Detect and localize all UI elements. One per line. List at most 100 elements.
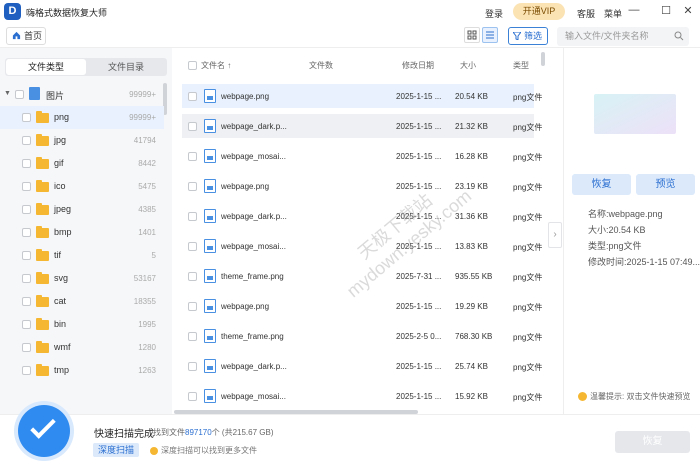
image-file-icon	[204, 389, 216, 403]
col-type-header[interactable]: 类型	[513, 60, 529, 71]
table-row[interactable]: webpage_dark.p... 2025-1-15 ... 25.74 KB…	[182, 354, 542, 378]
tree-item-bmp[interactable]: bmp 1401	[0, 221, 164, 244]
table-row[interactable]: webpage.png 2025-1-15 ... 20.54 KB png文件	[182, 84, 542, 108]
row-checkbox[interactable]	[188, 272, 197, 281]
table-row[interactable]: webpage_dark.p... 2025-1-15 ... 31.36 KB…	[182, 204, 542, 228]
image-file-icon	[204, 239, 216, 253]
folder-icon	[36, 111, 49, 123]
filter-label: 筛选	[524, 31, 543, 41]
cell-size: 15.92 KB	[455, 392, 488, 401]
tree-item-label: tmp	[54, 365, 70, 375]
filter-button[interactable]: 筛选	[508, 27, 548, 45]
image-file-icon	[204, 179, 216, 193]
cell-date: 2025-1-15 ...	[396, 92, 442, 101]
cell-date: 2025-1-15 ...	[396, 152, 442, 161]
tree-item-count: 18355	[133, 297, 156, 306]
checkbox[interactable]	[22, 297, 31, 306]
maximize-icon[interactable]: ☐	[659, 4, 673, 17]
table-row[interactable]: theme_frame.png 2025-7-31 ... 935.55 KB …	[182, 264, 542, 288]
checkbox[interactable]	[22, 113, 31, 122]
checkbox[interactable]	[22, 343, 31, 352]
row-checkbox[interactable]	[188, 152, 197, 161]
tab-file-type[interactable]: 文件类型	[6, 59, 86, 75]
tree-item-label: bmp	[54, 227, 72, 237]
vip-button[interactable]: 开通VIP	[513, 3, 565, 20]
deep-scan-button[interactable]: 深度扫描	[93, 443, 139, 457]
tree-item-label: tif	[54, 250, 62, 260]
checkbox[interactable]	[22, 159, 31, 168]
login-link[interactable]: 登录	[485, 7, 503, 20]
col-size-header[interactable]: 大小	[460, 60, 476, 71]
checkbox[interactable]	[22, 320, 31, 329]
tree-item-bin[interactable]: bin 1995	[0, 313, 164, 336]
close-icon[interactable]: ✕	[681, 4, 695, 17]
cell-date: 2025-1-15 ...	[396, 392, 442, 401]
table-row[interactable]: webpage.png 2025-1-15 ... 19.29 KB png文件	[182, 294, 542, 318]
table-row[interactable]: theme_frame.png 2025-2-5 0... 768.30 KB …	[182, 324, 542, 348]
cell-name: webpage.png	[221, 92, 270, 101]
cell-name: webpage_dark.p...	[221, 212, 287, 221]
preview-button[interactable]: 预览	[636, 174, 695, 195]
row-checkbox[interactable]	[188, 362, 197, 371]
search-icon[interactable]	[674, 31, 684, 41]
checkbox[interactable]	[15, 90, 24, 99]
cell-date: 2025-1-15 ...	[396, 182, 442, 191]
table-row[interactable]: webpage.png 2025-1-15 ... 23.19 KB png文件	[182, 174, 542, 198]
table-row[interactable]: webpage_mosai... 2025-1-15 ... 15.92 KB …	[182, 384, 542, 408]
info-type: 类型:png文件	[588, 241, 642, 251]
list-view-icon[interactable]	[482, 27, 498, 43]
select-all-checkbox[interactable]	[188, 61, 197, 70]
chevron-right-icon[interactable]: ›	[548, 222, 562, 248]
minimize-icon[interactable]: —	[627, 4, 641, 16]
cell-date: 2025-1-15 ...	[396, 212, 442, 221]
row-checkbox[interactable]	[188, 332, 197, 341]
row-checkbox[interactable]	[188, 242, 197, 251]
checkbox[interactable]	[22, 251, 31, 260]
tree-item-png[interactable]: png 99999+	[0, 106, 164, 129]
menu-link[interactable]: 菜单	[604, 7, 622, 20]
checkbox[interactable]	[22, 205, 31, 214]
tree-item-wmf[interactable]: wmf 1280	[0, 336, 164, 359]
search-input[interactable]: 输入文件/文件夹名称	[557, 27, 689, 46]
col-name-header[interactable]: 文件名 ↑	[201, 60, 231, 71]
table-row[interactable]: webpage_mosai... 2025-1-15 ... 16.28 KB …	[182, 144, 542, 168]
cell-size: 31.36 KB	[455, 212, 488, 221]
cell-name: webpage_mosai...	[221, 392, 286, 401]
file-list-vertical-scrollbar[interactable]	[541, 52, 545, 66]
table-row[interactable]: webpage_mosai... 2025-1-15 ... 13.83 KB …	[182, 234, 542, 258]
expand-arrow-icon[interactable]: ▼	[4, 90, 11, 97]
row-checkbox[interactable]	[188, 302, 197, 311]
checkbox[interactable]	[22, 274, 31, 283]
tree-item-ico[interactable]: ico 5475	[0, 175, 164, 198]
row-checkbox[interactable]	[188, 92, 197, 101]
preview-recover-button[interactable]: 恢复	[572, 174, 631, 195]
checkbox[interactable]	[22, 182, 31, 191]
tree-item-tmp[interactable]: tmp 1263	[0, 359, 164, 382]
col-count-header[interactable]: 文件数	[309, 60, 333, 71]
tree-item-images[interactable]: ▼ 图片 99999+	[0, 83, 164, 106]
checkbox[interactable]	[22, 136, 31, 145]
tree-item-tif[interactable]: tif 5	[0, 244, 164, 267]
service-link[interactable]: 客服	[577, 7, 595, 20]
row-checkbox[interactable]	[188, 122, 197, 131]
cell-type: png文件	[513, 333, 543, 342]
tree-item-gif[interactable]: gif 8442	[0, 152, 164, 175]
recover-button[interactable]: 恢复	[615, 431, 690, 453]
tree-item-cat[interactable]: cat 18355	[0, 290, 164, 313]
row-checkbox[interactable]	[188, 182, 197, 191]
cell-size: 21.32 KB	[455, 122, 488, 131]
checkbox[interactable]	[22, 366, 31, 375]
cell-type: png文件	[513, 213, 543, 222]
tree-item-svg[interactable]: svg 53167	[0, 267, 164, 290]
grid-view-icon[interactable]	[464, 27, 480, 43]
tree-item-jpg[interactable]: jpg 41794	[0, 129, 164, 152]
tree-item-jpeg[interactable]: jpeg 4385	[0, 198, 164, 221]
home-button[interactable]: 首页	[6, 27, 46, 45]
tree-item-count: 99999+	[129, 113, 156, 122]
checkbox[interactable]	[22, 228, 31, 237]
col-date-header[interactable]: 修改日期	[402, 60, 434, 71]
table-row[interactable]: webpage_dark.p... 2025-1-15 ... 21.32 KB…	[182, 114, 542, 138]
tab-file-directory[interactable]: 文件目录	[86, 59, 166, 75]
row-checkbox[interactable]	[188, 212, 197, 221]
row-checkbox[interactable]	[188, 392, 197, 401]
